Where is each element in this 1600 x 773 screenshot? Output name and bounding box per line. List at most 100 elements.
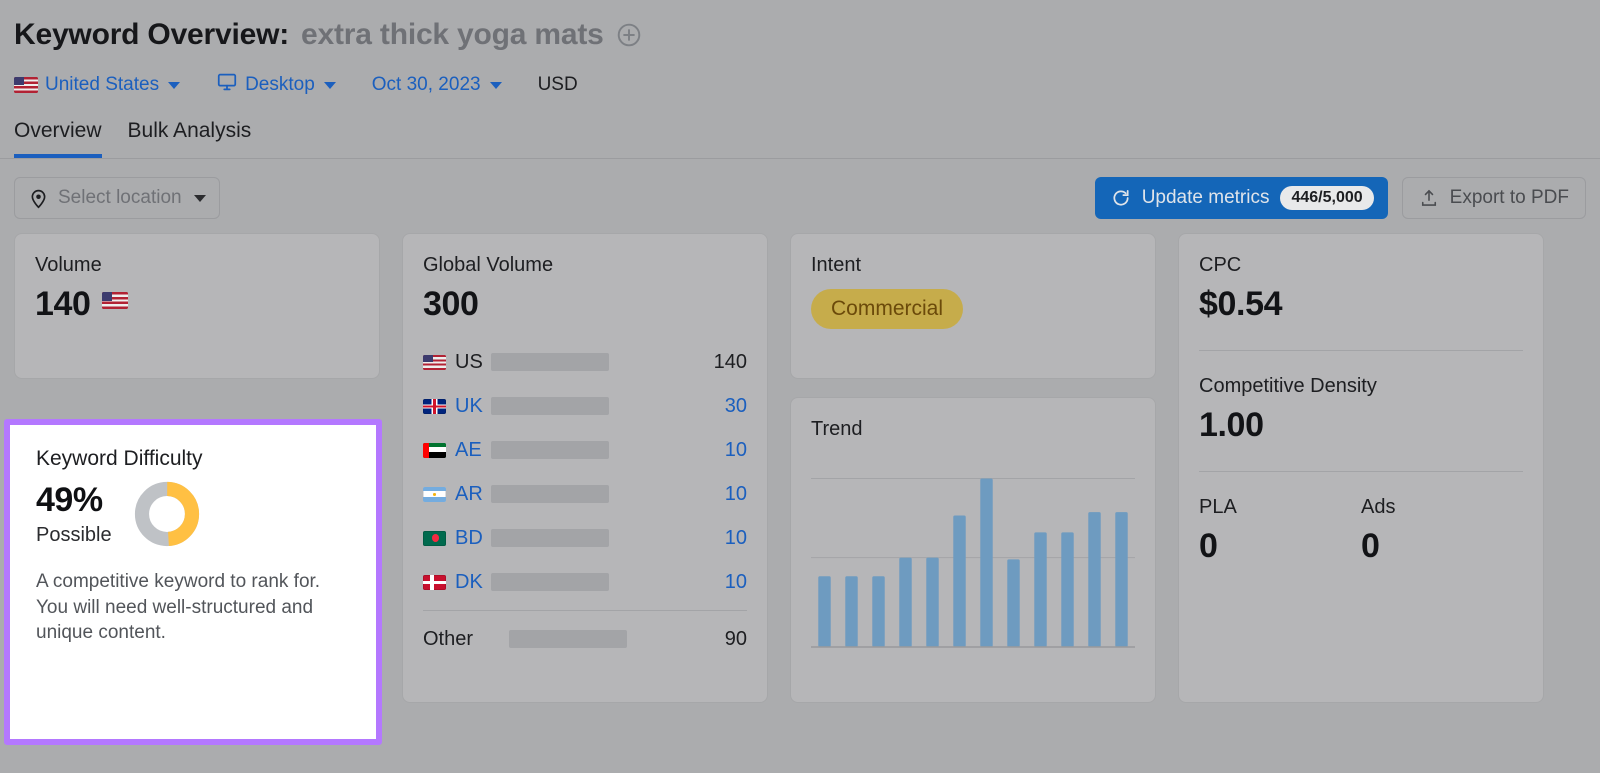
global-volume-value: 300 — [423, 285, 479, 323]
trend-chart-wrap — [811, 459, 1135, 655]
country-cell: DK — [423, 571, 491, 594]
monitor-icon — [216, 71, 238, 99]
intent-label: Intent — [811, 254, 862, 276]
keyword-difficulty-row: 49% Possible — [36, 481, 350, 547]
chevron-down-icon — [193, 194, 206, 202]
pla-block: PLA 0 — [1199, 496, 1361, 566]
country-code: BD — [455, 526, 483, 549]
column-intent-trend: Intent Commercial Trend — [790, 233, 1156, 703]
keyword-difficulty-percent: 49% — [36, 481, 103, 519]
volume-cell: 140 — [713, 350, 747, 373]
volume-cell: 10 — [724, 570, 747, 593]
trend-card: Trend — [790, 397, 1156, 703]
volume-cell: 10 — [724, 438, 747, 461]
pla-label: PLA — [1199, 496, 1237, 518]
keyword-difficulty-card: Keyword Difficulty 49% Possible A compet… — [4, 419, 382, 745]
volume-label: Volume — [35, 254, 102, 276]
device-label: Desktop — [245, 74, 315, 95]
ar-flag-icon — [423, 486, 446, 502]
toolbar: Select location Update metrics 446/5,000… — [0, 159, 1600, 221]
volume-cell: 10 — [724, 526, 747, 549]
pla-value: 0 — [1199, 527, 1218, 565]
intent-card: Intent Commercial — [790, 233, 1156, 379]
upload-icon — [1419, 188, 1439, 208]
country-code: DK — [455, 570, 483, 593]
tab-bar: Overview Bulk Analysis — [14, 116, 1600, 158]
dk-flag-icon — [423, 574, 446, 590]
country-code: UK — [455, 394, 483, 417]
currency-label-wrap: USD — [538, 74, 578, 96]
trend-bar-chart — [811, 477, 1135, 648]
volume-bar-track — [491, 529, 609, 547]
export-to-pdf-label: Export to PDF — [1449, 187, 1569, 208]
table-row[interactable]: US 140 — [423, 340, 747, 384]
chevron-down-icon — [168, 81, 181, 89]
ads-label: Ads — [1361, 496, 1396, 518]
select-location-label: Select location — [58, 187, 182, 208]
us-flag-icon — [423, 354, 446, 370]
export-to-pdf-button[interactable]: Export to PDF — [1401, 177, 1586, 219]
country-label: United States — [45, 74, 160, 95]
table-row[interactable]: AR 10 — [423, 472, 747, 516]
title-row: Keyword Overview: extra thick yoga mats — [14, 14, 1600, 56]
uk-flag-icon — [423, 398, 446, 414]
other-label: Other — [423, 627, 474, 650]
country-cell: US — [423, 351, 491, 374]
country-cell: UK — [423, 395, 491, 418]
chevron-down-icon — [323, 81, 336, 89]
country-selector[interactable]: United States — [14, 74, 181, 96]
tab-bulk-analysis[interactable]: Bulk Analysis — [128, 119, 252, 158]
column-global-volume: Global Volume 300 US 140 UK 30 AE 10 AR … — [402, 233, 768, 703]
volume-bar-track — [491, 441, 609, 459]
volume-bar-track — [509, 630, 627, 648]
divider — [1199, 350, 1523, 351]
tab-overview[interactable]: Overview — [14, 119, 102, 158]
page-header: Keyword Overview: extra thick yoga mats … — [0, 0, 1600, 100]
competitive-density-label: Competitive Density — [1199, 375, 1377, 397]
date-selector[interactable]: Oct 30, 2023 — [372, 74, 502, 96]
trend-label: Trend — [811, 418, 863, 440]
cpc-label: CPC — [1199, 254, 1242, 276]
update-metrics-button[interactable]: Update metrics 446/5,000 — [1094, 177, 1388, 219]
keyword-name: extra thick yoga mats — [301, 18, 604, 51]
plus-circle-icon[interactable] — [616, 22, 642, 48]
us-flag-icon — [14, 77, 38, 93]
cpc-value: $0.54 — [1199, 285, 1283, 323]
volume-cell: 30 — [724, 394, 747, 417]
country-cell: AR — [423, 483, 491, 506]
page-title: Keyword Overview: — [14, 18, 290, 51]
table-row-other: Other 90 — [423, 617, 747, 661]
meta-row: United States Desktop Oct 30, 2023 USD — [14, 70, 1600, 100]
divider — [423, 610, 747, 611]
keyword-difficulty-description: A competitive keyword to rank for. You w… — [36, 571, 321, 644]
volume-bar-track — [491, 573, 609, 591]
column-cpc: CPC $0.54 Competitive Density 1.00 PLA 0… — [1178, 233, 1544, 703]
country-cell: BD — [423, 527, 491, 550]
table-row[interactable]: UK 30 — [423, 384, 747, 428]
keyword-difficulty-status: Possible — [36, 524, 112, 546]
country-code: AR — [455, 482, 483, 505]
table-row[interactable]: DK 10 — [423, 560, 747, 604]
update-metrics-label: Update metrics — [1141, 187, 1270, 208]
cpc-card: CPC $0.54 Competitive Density 1.00 PLA 0… — [1178, 233, 1544, 703]
table-row[interactable]: BD 10 — [423, 516, 747, 560]
table-row[interactable]: AE 10 — [423, 428, 747, 472]
country-code: AE — [455, 438, 482, 461]
volume-cell: 90 — [724, 627, 747, 650]
global-volume-label: Global Volume — [423, 254, 554, 276]
select-location-dropdown[interactable]: Select location — [14, 177, 220, 219]
status-badge[interactable]: Commercial — [811, 289, 964, 329]
chevron-down-icon — [489, 81, 502, 89]
ads-value: 0 — [1361, 527, 1380, 565]
device-selector[interactable]: Desktop — [216, 71, 336, 99]
refresh-icon — [1111, 188, 1131, 208]
country-cell: AE — [423, 439, 491, 462]
competitive-density-value: 1.00 — [1199, 406, 1264, 444]
volume-cell: 10 — [724, 482, 747, 505]
ae-flag-icon — [423, 442, 446, 458]
global-volume-card: Global Volume 300 US 140 UK 30 AE 10 AR … — [402, 233, 768, 703]
global-volume-rows: US 140 UK 30 AE 10 AR 10 BD 10 DK 10 Oth… — [423, 340, 747, 661]
volume-bar-track — [491, 353, 609, 371]
volume-value: 140 — [35, 285, 91, 323]
bd-flag-icon — [423, 530, 446, 546]
